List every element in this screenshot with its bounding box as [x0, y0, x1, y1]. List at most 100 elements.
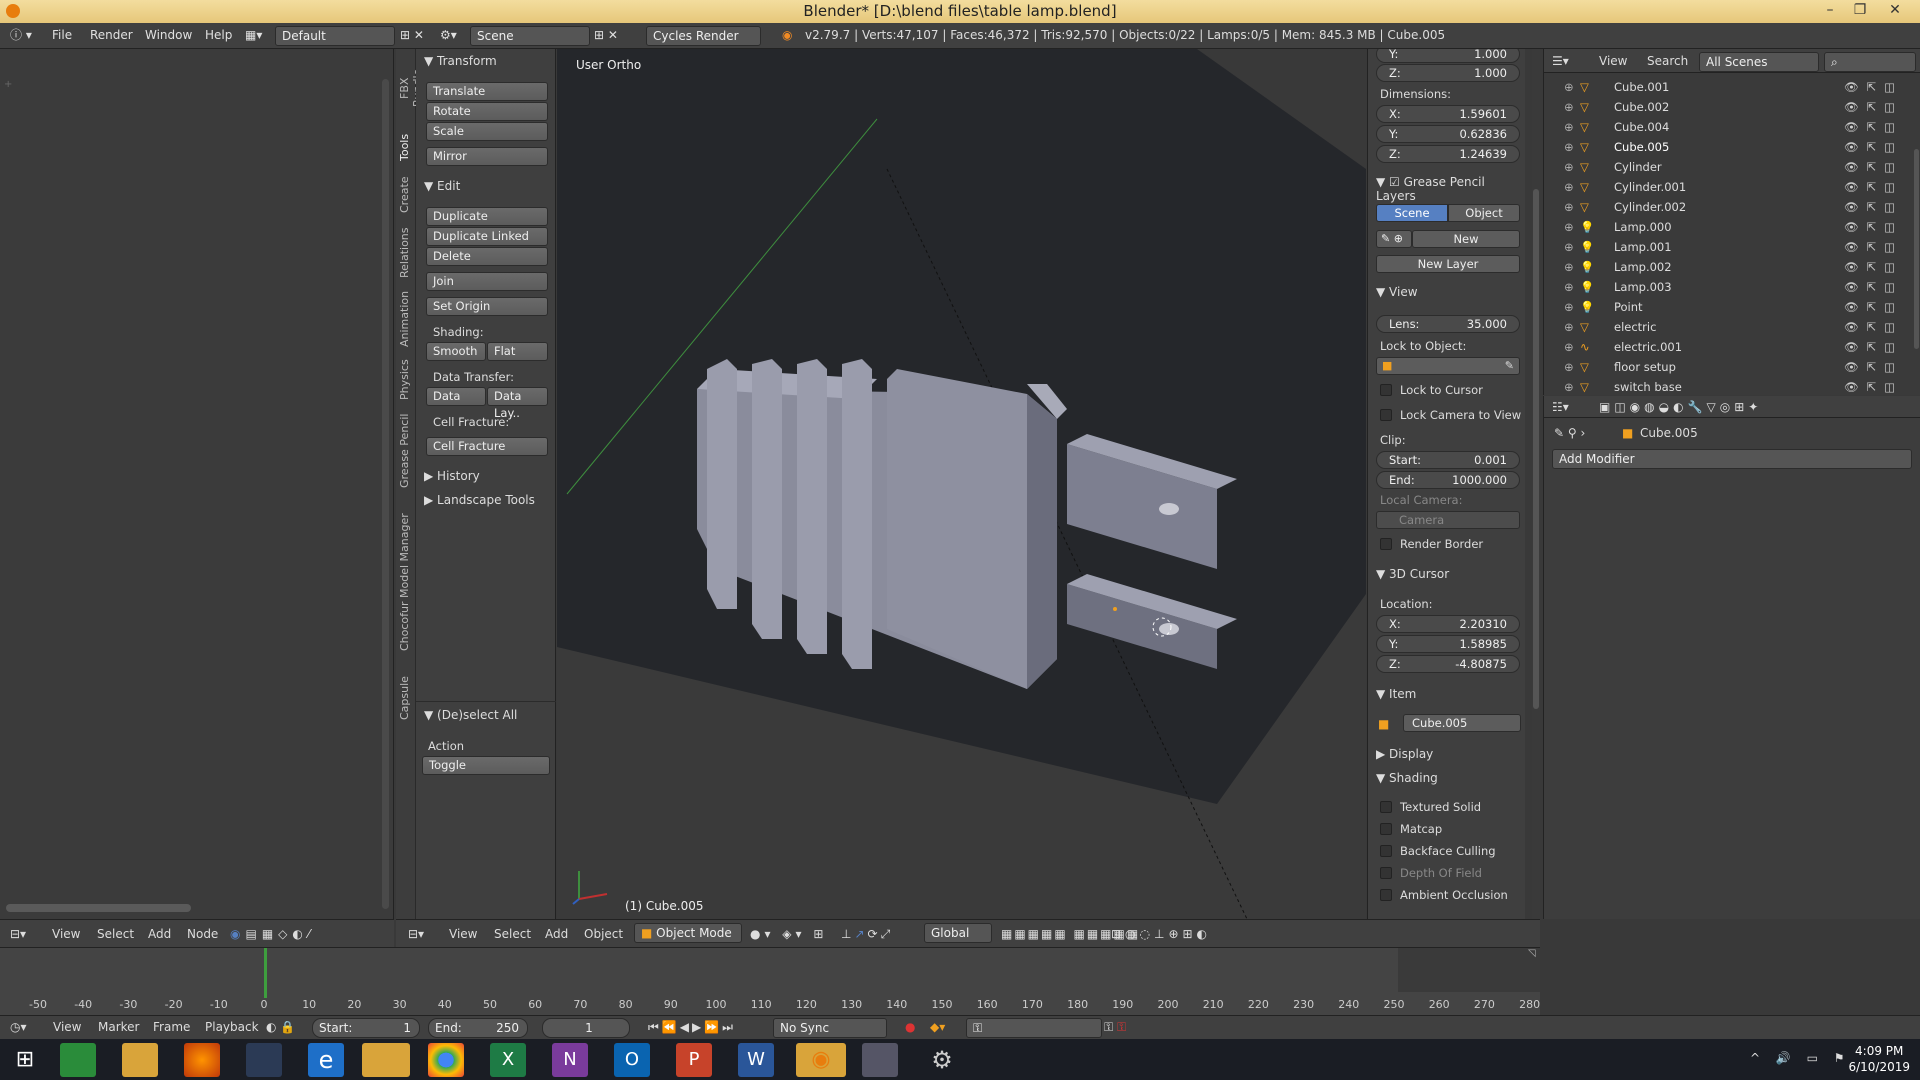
shading-panel-header[interactable]: ▼ Shading: [1376, 771, 1438, 785]
expand-icon[interactable]: ⊕: [1564, 297, 1574, 317]
maximize-button[interactable]: ❐: [1845, 0, 1875, 23]
item-panel-header[interactable]: ▼ Item: [1376, 687, 1416, 701]
dimension-y-field[interactable]: Y: 0.62836: [1376, 125, 1520, 143]
outliner-row[interactable]: ⊕ ∿ electric.001 👁⇱◫: [1544, 337, 1920, 357]
rotate-button[interactable]: Rotate: [426, 102, 548, 121]
end-frame-field[interactable]: End: 250: [428, 1018, 528, 1038]
expand-icon[interactable]: ⊕: [1564, 317, 1574, 337]
timeline-editor-icon[interactable]: ◷▾: [10, 1018, 27, 1036]
outliner-scrollbar[interactable]: [1914, 149, 1919, 349]
edit-panel-header[interactable]: ▼ Edit: [424, 179, 460, 193]
outliner-row[interactable]: ⊕ ▽ floor setup 👁⇱◫: [1544, 357, 1920, 377]
visibility-icons[interactable]: 👁⇱◫: [1844, 97, 1903, 117]
close-button[interactable]: ✕: [1880, 0, 1910, 23]
visibility-icons[interactable]: 👁⇱◫: [1844, 337, 1903, 357]
tl-view-menu[interactable]: View: [53, 1018, 81, 1036]
render-border-checkbox[interactable]: [1380, 538, 1392, 550]
start-frame-field[interactable]: Start: 1: [312, 1018, 420, 1038]
display-mode-select[interactable]: All Scenes: [1699, 52, 1819, 72]
scene-toggle[interactable]: Scene: [1376, 204, 1448, 222]
clock[interactable]: 4:09 PM 6/10/2019: [1848, 1043, 1910, 1075]
flat-button[interactable]: Flat: [487, 342, 548, 361]
visibility-icons[interactable]: 👁⇱◫: [1844, 357, 1903, 377]
cursor-z-field[interactable]: Z: -4.80875: [1376, 655, 1520, 673]
manipulator-icons[interactable]: ⊥↗⟳⤢: [841, 925, 893, 943]
word-icon[interactable]: W: [738, 1043, 774, 1077]
history-panel-header[interactable]: ▶ History: [424, 469, 480, 483]
node-tree-type-icons[interactable]: ◉▤▦◇◐⁄: [230, 925, 315, 943]
expand-icon[interactable]: ⊕: [1564, 377, 1574, 397]
outliner-row[interactable]: ⊕ ▽ electric 👁⇱◫: [1544, 317, 1920, 337]
3d-cursor-header[interactable]: ▼ 3D Cursor: [1376, 567, 1449, 581]
viewport-editor-icon[interactable]: ⊟▾: [408, 925, 424, 943]
internet-explorer-icon[interactable]: e: [308, 1043, 344, 1077]
node-add-menu[interactable]: Add: [148, 925, 171, 943]
sync-select[interactable]: No Sync: [773, 1018, 887, 1038]
chrome-icon[interactable]: [428, 1043, 464, 1077]
file-explorer-icon[interactable]: [122, 1043, 158, 1077]
3d-viewport[interactable]: User Ortho (1) Cube.005: [557, 49, 1366, 919]
tab-fbx-bundle[interactable]: FBX Bundle: [398, 57, 424, 119]
expand-icon[interactable]: ⊕: [1564, 117, 1574, 137]
outliner-row[interactable]: ⊕ ▽ Cube.004 👁⇱◫: [1544, 117, 1920, 137]
outliner-row[interactable]: ⊕ 💡 Lamp.002 👁⇱◫: [1544, 257, 1920, 277]
outliner-view-menu[interactable]: View: [1599, 52, 1627, 70]
cell-fracture-button[interactable]: Cell Fracture: [426, 437, 548, 456]
render-engine-select[interactable]: Cycles Render: [646, 26, 761, 46]
powerpoint-icon[interactable]: P: [676, 1043, 712, 1077]
clip-end-field[interactable]: End: 1000.000: [1376, 471, 1520, 489]
expand-icon[interactable]: ⊕: [1564, 257, 1574, 277]
outliner-row[interactable]: ⊕ ▽ switch base 👁⇱◫: [1544, 377, 1920, 397]
current-frame-field[interactable]: 1: [542, 1018, 630, 1038]
outliner-row[interactable]: ⊕ 💡 Lamp.003 👁⇱◫: [1544, 277, 1920, 297]
visibility-icons[interactable]: 👁⇱◫: [1844, 157, 1903, 177]
vp-view-menu[interactable]: View: [449, 925, 477, 943]
outliner-row[interactable]: ⊕ 💡 Lamp.001 👁⇱◫: [1544, 237, 1920, 257]
visibility-icons[interactable]: 👁⇱◫: [1844, 77, 1903, 97]
tab-physics[interactable]: Physics: [398, 355, 414, 405]
outliner-row[interactable]: ⊕ ▽ Cylinder.001 👁⇱◫: [1544, 177, 1920, 197]
scene-field[interactable]: Scene: [470, 26, 590, 46]
current-frame-indicator[interactable]: [264, 948, 267, 998]
expand-icon[interactable]: ⊕: [1564, 277, 1574, 297]
info-icon[interactable]: ⓘ ▾: [10, 26, 32, 45]
menu-render[interactable]: Render: [90, 26, 133, 45]
landscape-tools-header[interactable]: ▶ Landscape Tools: [424, 493, 535, 507]
add-screen-icon[interactable]: ⊞ ✕: [400, 26, 424, 45]
visibility-icons[interactable]: 👁⇱◫: [1844, 137, 1903, 157]
new-layer-button[interactable]: New Layer: [1376, 255, 1520, 273]
new-gp-button[interactable]: New: [1412, 230, 1520, 248]
object-toggle[interactable]: Object: [1448, 204, 1520, 222]
expand-icon[interactable]: ⊕: [1564, 197, 1574, 217]
set-origin-select[interactable]: Set Origin: [426, 297, 548, 316]
smooth-button[interactable]: Smooth: [426, 342, 486, 361]
expand-icon[interactable]: ⊕: [1564, 77, 1574, 97]
outliner-row[interactable]: ⊕ ▽ Cylinder.002 👁⇱◫: [1544, 197, 1920, 217]
item-name-field[interactable]: Cube.005: [1403, 714, 1521, 732]
n-panel-scrollbar[interactable]: [1532, 49, 1540, 919]
outliner-row[interactable]: ⊕ ▽ Cylinder 👁⇱◫: [1544, 157, 1920, 177]
minimize-button[interactable]: –: [1815, 0, 1845, 23]
menu-help[interactable]: Help: [205, 26, 232, 45]
visibility-icons[interactable]: 👁⇱◫: [1844, 177, 1903, 197]
menu-window[interactable]: Window: [145, 26, 192, 45]
visibility-icons[interactable]: 👁⇱◫: [1844, 377, 1903, 397]
outliner-search-menu[interactable]: Search: [1647, 52, 1688, 70]
vertical-scrollbar[interactable]: [382, 79, 389, 909]
viewport-scene[interactable]: [557, 49, 1366, 919]
tab-create[interactable]: Create: [398, 171, 414, 219]
scale-y-field[interactable]: Y: 1.000: [1376, 49, 1520, 63]
keying-icon[interactable]: ◆▾: [930, 1018, 945, 1036]
app-window-icon[interactable]: [862, 1043, 898, 1077]
dof-checkbox[interactable]: [1380, 867, 1392, 879]
node-view-menu[interactable]: View: [52, 925, 80, 943]
insert-key-icons[interactable]: ⚿ ⚿: [1104, 1018, 1126, 1036]
expand-icon[interactable]: ⊕: [1564, 157, 1574, 177]
expand-icon[interactable]: ⊕: [1564, 337, 1574, 357]
expand-icon[interactable]: ⊕: [1564, 177, 1574, 197]
expand-icon[interactable]: ⊕: [1564, 357, 1574, 377]
ao-checkbox[interactable]: [1380, 889, 1392, 901]
tl-marker-menu[interactable]: Marker: [98, 1018, 139, 1036]
tl-frame-menu[interactable]: Frame: [153, 1018, 190, 1036]
orientation-select[interactable]: Global: [924, 923, 992, 943]
